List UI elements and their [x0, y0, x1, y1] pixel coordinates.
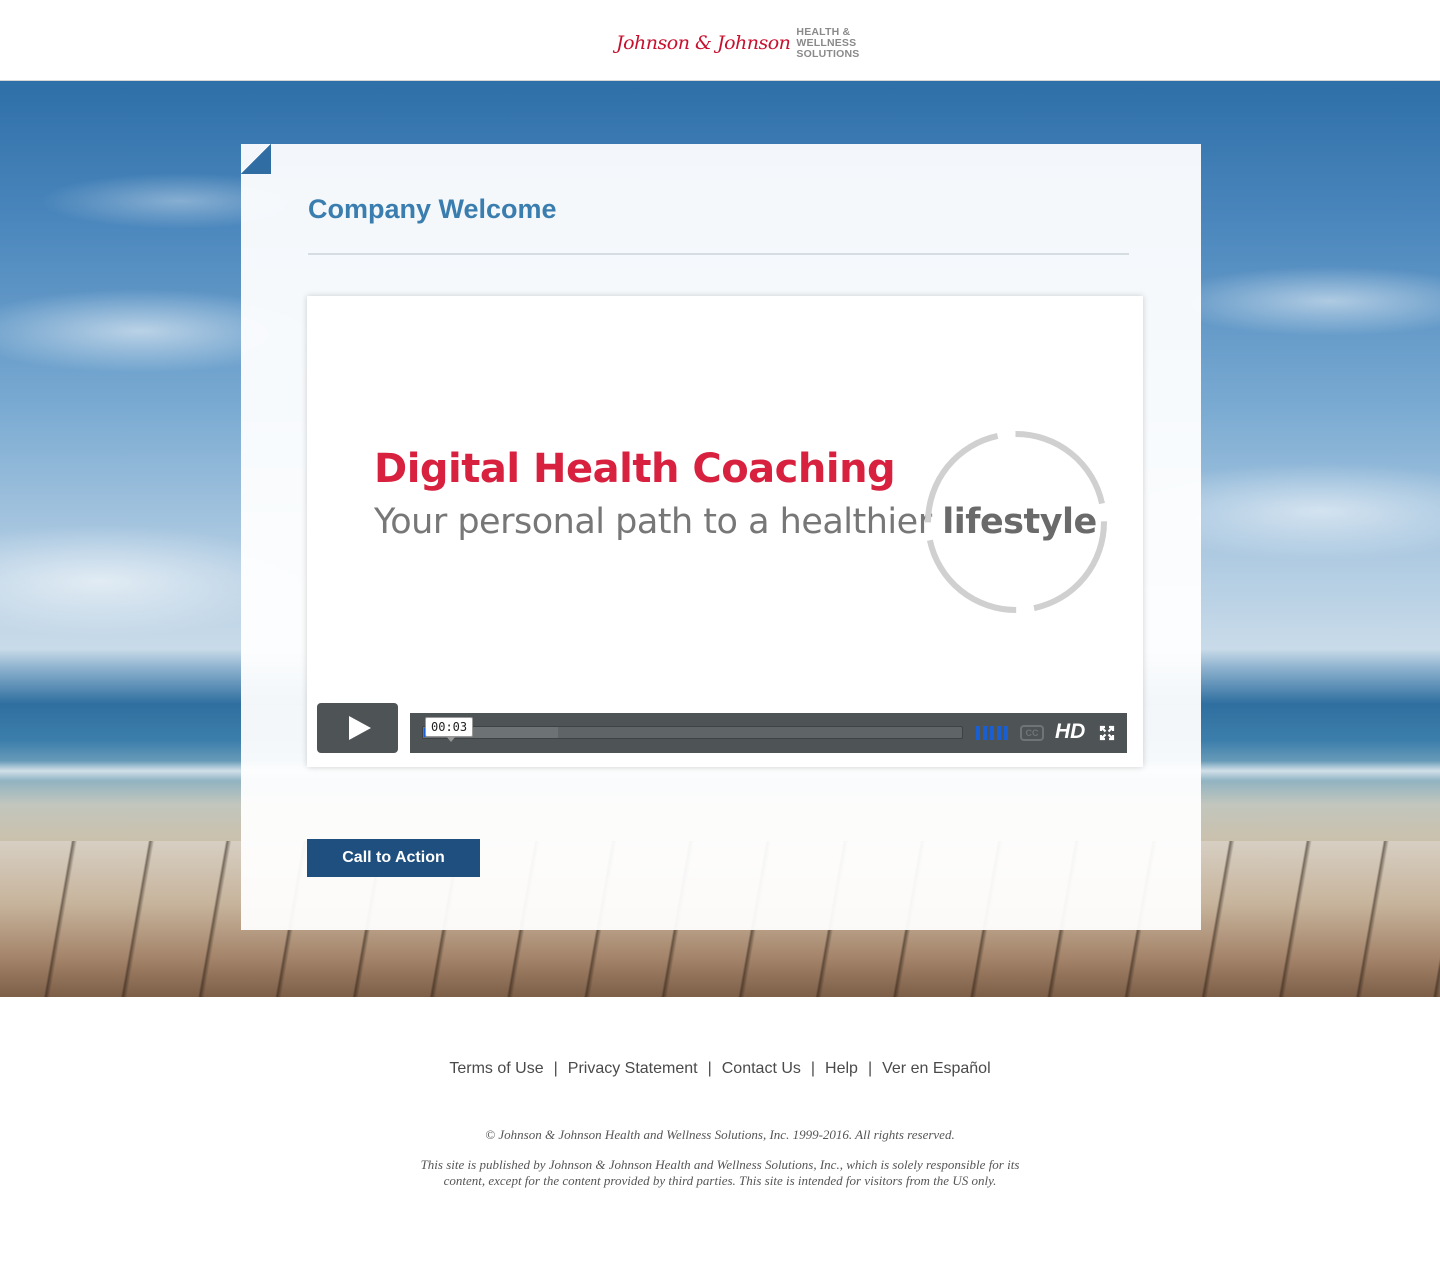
- logo-sub-line-3: SOLUTIONS: [796, 47, 860, 60]
- video-progress-bar[interactable]: 00:03: [422, 717, 963, 742]
- footer-separator: |: [553, 1060, 558, 1077]
- footer-separator: |: [707, 1060, 712, 1077]
- content-card: Company Welcome Digital Health Coaching …: [241, 144, 1201, 930]
- card-corner-fold: [241, 144, 271, 174]
- footer-link-terms[interactable]: Terms of Use: [449, 1060, 543, 1077]
- logo-subtitle: HEALTH & WELLNESS SOLUTIONS: [796, 25, 860, 60]
- hd-toggle-button[interactable]: HD: [1055, 720, 1085, 744]
- video-slide-title: Digital Health Coaching: [374, 446, 896, 492]
- lifestyle-ring-graphic: [925, 431, 1107, 613]
- video-slide-subtitle-text: Your personal path to a healthier: [374, 502, 943, 542]
- call-to-action-button[interactable]: Call to Action: [307, 839, 480, 877]
- footer-link-spanish[interactable]: Ver en Español: [882, 1060, 991, 1077]
- logo-sub-line-2: WELLNESS: [796, 36, 857, 49]
- video-controls-bar: 00:03 CC HD: [410, 713, 1127, 753]
- jnj-logo[interactable]: Johnson & Johnson HEALTH & WELLNESS SOLU…: [616, 26, 859, 60]
- volume-icon[interactable]: [976, 726, 1008, 740]
- footer-link-help[interactable]: Help: [825, 1060, 858, 1077]
- play-icon: [348, 716, 371, 740]
- footer-links: Terms of Use | Privacy Statement | Contact U…: [0, 1060, 1440, 1078]
- site-header: Johnson & Johnson HEALTH & WELLNESS SOLU…: [0, 0, 1440, 81]
- footer-link-contact[interactable]: Contact Us: [722, 1060, 801, 1077]
- play-button[interactable]: [317, 703, 398, 753]
- video-player[interactable]: Digital Health Coaching Your personal pa…: [307, 296, 1143, 767]
- disclaimer-text: This site is published by Johnson & John…: [420, 1157, 1020, 1188]
- page-title: Company Welcome: [308, 194, 557, 224]
- footer-link-privacy[interactable]: Privacy Statement: [568, 1060, 698, 1077]
- logo-sub-line-1: HEALTH &: [796, 25, 851, 38]
- closed-captions-button[interactable]: CC: [1020, 725, 1044, 741]
- footer-separator: |: [810, 1060, 816, 1077]
- title-divider: [308, 253, 1129, 255]
- copyright-text: © Johnson & Johnson Health and Wellness …: [485, 1127, 955, 1142]
- logo-script: Johnson & Johnson: [616, 32, 791, 54]
- time-tooltip: 00:03: [425, 717, 474, 742]
- fullscreen-icon[interactable]: [1099, 725, 1115, 741]
- footer-separator: |: [867, 1060, 873, 1077]
